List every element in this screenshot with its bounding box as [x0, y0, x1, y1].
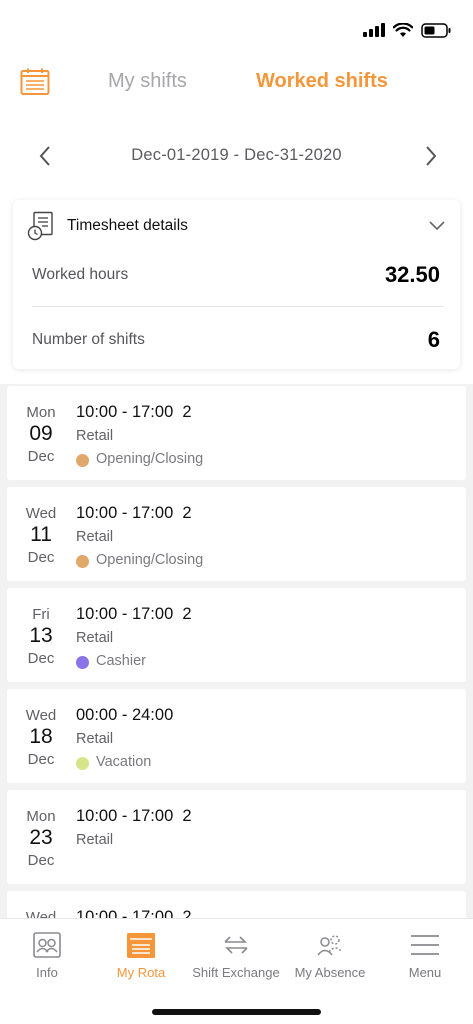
person-card-icon — [33, 932, 61, 958]
date-range-selector: Dec-01-2019 - Dec-31-2020 — [0, 140, 473, 172]
shift-card[interactable]: Wed 11 Dec 10:00 - 17:00 2 Retail Openin… — [7, 487, 466, 581]
header-area: My shifts Worked shifts Dec-01-2019 - De… — [0, 0, 473, 384]
shift-weekday: Wed — [25, 909, 57, 918]
shift-day: 13 — [29, 624, 53, 647]
nav-label: Info — [36, 965, 58, 980]
shift-tag: Vacation — [96, 754, 152, 770]
nav-label: Menu — [408, 965, 442, 980]
tag-color-dot — [76, 656, 89, 669]
shift-card[interactable]: Wed 18 Dec 00:00 - 24:00 Retail Vacation — [7, 689, 466, 783]
shift-card[interactable]: Fri 13 Dec 10:00 - 17:00 2 Retail Cashie… — [7, 588, 466, 682]
shift-list[interactable]: Mon 09 Dec 10:00 - 17:00 2 Retail Openin… — [0, 384, 473, 918]
battery-icon — [421, 22, 451, 38]
shift-card[interactable]: Mon 09 Dec 10:00 - 17:00 2 Retail Openin… — [7, 386, 466, 480]
date-range-label[interactable]: Dec-01-2019 - Dec-31-2020 — [0, 146, 473, 165]
nav-menu[interactable]: Menu — [378, 919, 472, 989]
shift-tag: Cashier — [96, 653, 146, 669]
shift-month: Dec — [27, 852, 55, 869]
shift-department: Retail — [76, 832, 114, 848]
timesheet-card[interactable]: Timesheet details Worked hours 32.50 Num… — [13, 200, 460, 369]
shift-weekday: Mon — [26, 404, 56, 421]
shift-time: 10:00 - 17:00 2 — [76, 807, 192, 825]
home-indicator[interactable] — [152, 1009, 321, 1015]
shift-month: Dec — [27, 751, 55, 768]
shift-day: 09 — [29, 422, 53, 445]
shift-weekday: Fri — [32, 606, 50, 623]
worked-hours-label: Worked hours — [32, 266, 129, 283]
shift-month: Dec — [27, 549, 55, 566]
shift-time: 00:00 - 24:00 — [76, 706, 174, 724]
number-of-shifts-value: 6 — [427, 327, 440, 352]
nav-my-absence[interactable]: My Absence — [283, 919, 377, 989]
shift-month: Dec — [27, 448, 55, 465]
tab-my-shifts[interactable]: My shifts — [108, 70, 187, 93]
shift-time: 10:00 - 17:00 2 — [76, 908, 192, 918]
worked-hours-value: 32.50 — [384, 262, 440, 287]
swap-arrows-icon — [224, 936, 248, 954]
calendar-view-button[interactable] — [20, 68, 52, 98]
shift-month: Dec — [27, 650, 55, 667]
timesheet-title: Timesheet details — [67, 217, 188, 234]
shift-department: Retail — [76, 630, 114, 646]
shift-tag: Opening/Closing — [96, 552, 204, 568]
nav-shift-exchange[interactable]: Shift Exchange — [189, 919, 283, 989]
shift-day: 11 — [30, 523, 52, 546]
shift-weekday: Mon — [26, 808, 56, 825]
calendar-icon — [20, 68, 50, 95]
shift-time: 10:00 - 17:00 2 — [76, 403, 192, 421]
absent-people-icon — [317, 935, 343, 956]
shift-day: 23 — [29, 826, 53, 849]
tag-color-dot — [76, 757, 89, 770]
nav-my-rota[interactable]: My Rota — [94, 919, 188, 989]
status-bar — [363, 18, 451, 42]
divider — [32, 306, 444, 307]
shift-day: 18 — [29, 725, 53, 748]
shift-weekday: Wed — [25, 505, 57, 522]
shift-department: Retail — [76, 428, 114, 444]
nav-label: My Rota — [116, 965, 166, 980]
shift-card[interactable]: Wed 10:00 - 17:00 2 — [7, 891, 466, 918]
shift-tabs: My shifts Worked shifts — [0, 60, 473, 106]
signal-icon — [363, 23, 385, 37]
menu-icon — [411, 935, 439, 955]
shift-card[interactable]: Mon 23 Dec 10:00 - 17:00 2 Retail — [7, 790, 466, 884]
shift-department: Retail — [76, 529, 114, 545]
chevron-right-icon[interactable] — [418, 144, 442, 168]
nav-label: My Absence — [294, 965, 366, 980]
shift-time: 10:00 - 17:00 2 — [76, 504, 192, 522]
wifi-icon — [393, 22, 413, 37]
chevron-down-icon[interactable] — [428, 218, 446, 232]
nav-info[interactable]: Info — [0, 919, 94, 989]
tab-worked-shifts[interactable]: Worked shifts — [256, 70, 388, 93]
timesheet-icon — [27, 211, 53, 241]
tag-color-dot — [76, 454, 89, 467]
shift-tag: Opening/Closing — [96, 451, 204, 467]
number-of-shifts-label: Number of shifts — [32, 331, 145, 348]
shift-department: Retail — [76, 731, 114, 747]
bottom-nav: Info My Rota Shift Exchange My Absence M… — [0, 918, 473, 1024]
shift-time: 10:00 - 17:00 2 — [76, 605, 192, 623]
calendar-icon — [127, 933, 155, 958]
tag-color-dot — [76, 555, 89, 568]
shift-weekday: Wed — [25, 707, 57, 724]
nav-label: Shift Exchange — [192, 965, 280, 980]
